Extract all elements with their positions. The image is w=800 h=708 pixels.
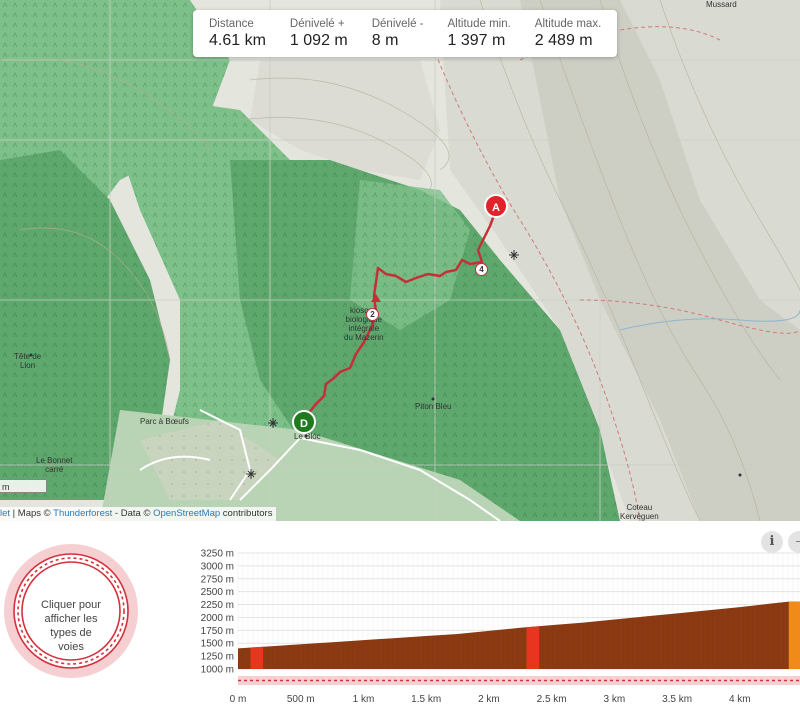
elevation-highlight-segment	[250, 646, 264, 669]
y-tick-label: 2500 m	[201, 587, 234, 598]
stat-elevation-gain: Dénivelé + 1 092 m	[290, 18, 348, 51]
elevation-highlight-segment	[788, 601, 800, 669]
map-terrain	[0, 0, 800, 521]
x-tick-label: 3 km	[604, 694, 626, 705]
stat-altitude-min: Altitude min. 1 397 m	[448, 18, 511, 51]
x-tick-label: 2 km	[478, 694, 500, 705]
x-tick-label: 0 m	[230, 694, 247, 705]
stat-value: 1 397 m	[447, 32, 506, 49]
stat-value: 4.61 km	[209, 32, 266, 49]
y-tick-label: 2000 m	[201, 613, 234, 624]
map-scale: m	[0, 479, 47, 493]
stat-label: Dénivelé -	[371, 18, 424, 30]
y-tick-label: 1500 m	[201, 639, 234, 650]
elevation-profile-chart[interactable]: 1000 m 1250 m 1500 m 1750 m 2000 m 2250 m 2500…	[176, 540, 800, 708]
thunderforest-link[interactable]: Thunderforest	[53, 508, 112, 519]
stat-label: Altitude max.	[534, 18, 602, 30]
y-tick-label: 3000 m	[201, 561, 234, 572]
x-tick-label: 1 km	[353, 694, 375, 705]
stat-altitude-max: Altitude max. 2 489 m	[535, 18, 601, 51]
map[interactable]: Mussard Tête de Lion Parc à Bœufs Le Bon…	[0, 0, 800, 521]
elevation-highlight-segment	[526, 626, 540, 669]
x-tick-label: 4 km	[729, 694, 751, 705]
place-label-coteau-kerveguen: Coteau Kervéguen	[620, 503, 659, 521]
place-label-bonnet-carre: Le Bonnet carré	[36, 456, 73, 474]
stat-elevation-loss: Dénivelé - 8 m	[372, 18, 424, 51]
stat-distance: Distance 4.61 km	[209, 18, 266, 51]
end-marker[interactable]: D	[292, 410, 316, 434]
openstreetmap-link[interactable]: OpenStreetMap	[153, 508, 220, 519]
road-types-label: Cliquer pour afficher les types de voies	[41, 599, 101, 653]
attribution-text: - Data ©	[112, 508, 154, 519]
stat-value: 8 m	[371, 32, 399, 49]
y-tick-label: 2250 m	[201, 600, 234, 611]
road-types-button[interactable]: Cliquer pour afficher les types de voies	[4, 544, 138, 678]
route-stats-panel: Distance 4.61 km Dénivelé + 1 092 m Déni…	[193, 10, 617, 57]
place-label-piton-bleu: Piton Bleu	[415, 402, 452, 411]
elevation-area	[238, 601, 800, 669]
place-label-tete-de-lion: Tête de Lion	[14, 352, 42, 370]
stat-label: Altitude min.	[447, 18, 511, 30]
y-tick-label: 1750 m	[201, 626, 234, 637]
leaflet-link[interactable]: let	[0, 508, 10, 519]
x-tick-label: 2.5 km	[537, 694, 567, 705]
y-tick-label: 3250 m	[201, 549, 234, 560]
km-marker-4[interactable]: 4	[475, 263, 488, 276]
x-tick-label: 1.5 km	[411, 694, 441, 705]
y-tick-label: 2750 m	[201, 574, 234, 585]
x-tick-label: 3.5 km	[662, 694, 692, 705]
start-marker[interactable]: A	[484, 194, 508, 218]
stat-value: 2 489 m	[534, 32, 593, 49]
info-button[interactable]: i	[761, 531, 783, 553]
y-tick-label: 1250 m	[201, 652, 234, 663]
y-tick-label: 1000 m	[201, 665, 234, 676]
stat-label: Dénivelé +	[289, 18, 345, 30]
stat-label: Distance	[209, 18, 254, 30]
map-attribution: let | Maps © Thunderforest - Data © Open…	[0, 507, 277, 521]
place-label-parc-a-boeufs: Parc à Bœufs	[140, 417, 189, 426]
attribution-text: contributors	[220, 508, 273, 519]
attribution-text: | Maps ©	[10, 508, 54, 519]
km-marker-2[interactable]: 2	[366, 308, 379, 321]
x-tick-label: 500 m	[287, 694, 315, 705]
stat-value: 1 092 m	[289, 32, 348, 49]
place-label-mussard: Mussard	[706, 0, 737, 9]
